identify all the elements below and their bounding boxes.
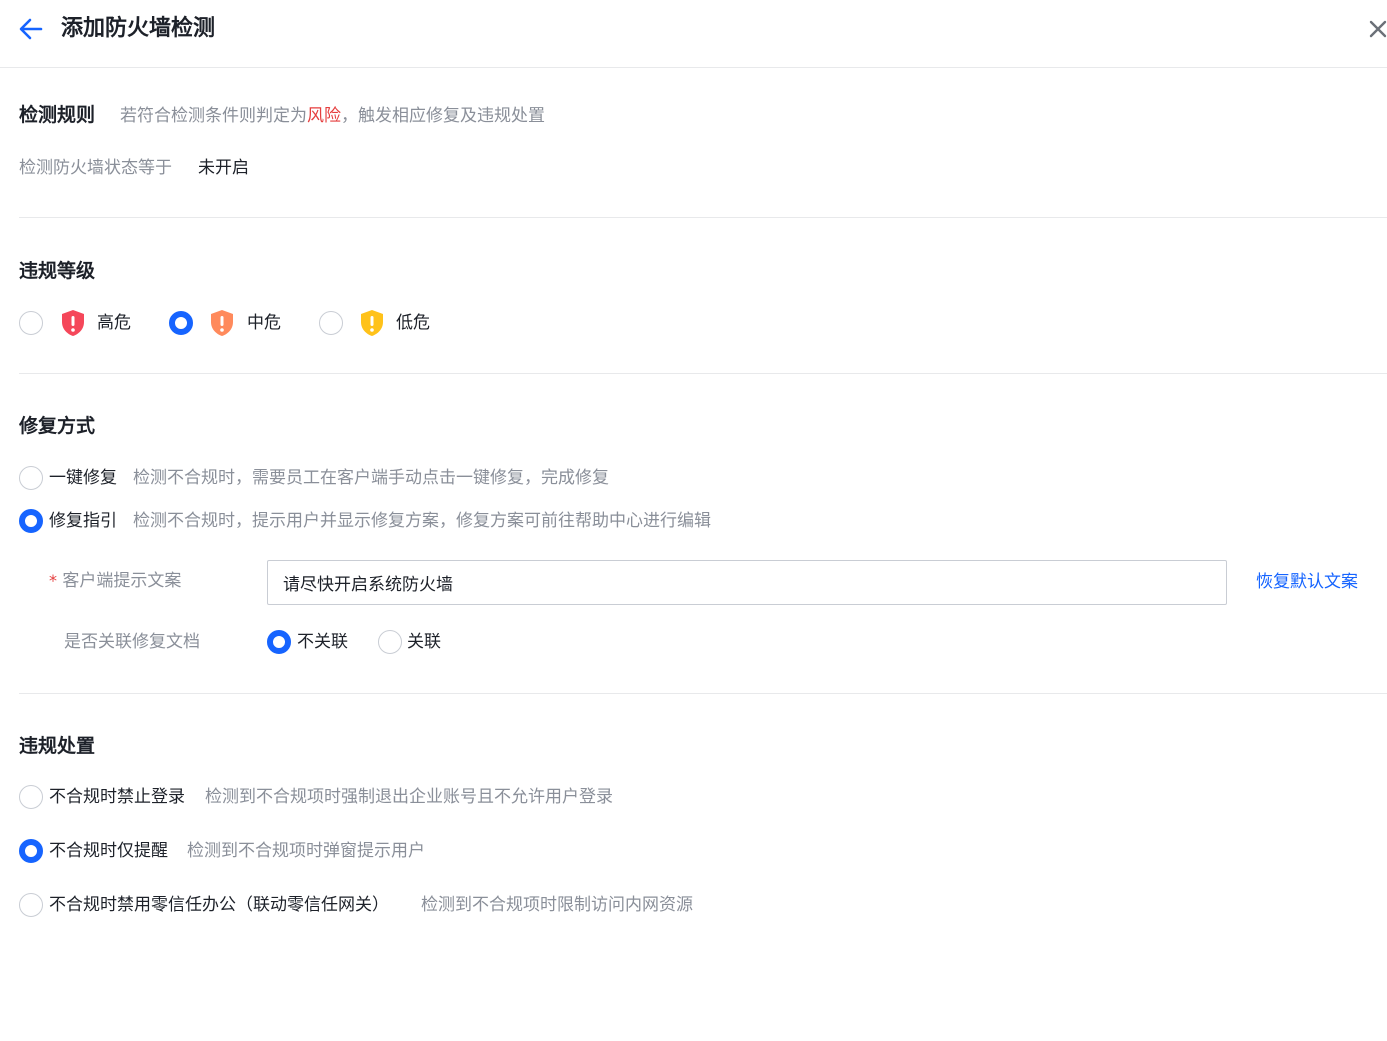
page-header: 添加防火墙检测 <box>0 0 1387 68</box>
divider <box>19 373 1387 374</box>
hint-danger-word: 风险 <box>307 106 341 126</box>
handling-block-login-radio[interactable] <box>19 785 43 809</box>
restore-default-link[interactable]: 恢复默认文案 <box>1256 569 1358 595</box>
violation-level-title: 违规等级 <box>19 260 96 282</box>
level-medium-radio[interactable] <box>169 311 193 335</box>
link-doc-no-label: 不关联 <box>297 632 348 652</box>
client-tip-input[interactable] <box>267 560 1227 605</box>
required-mark: * <box>49 571 57 590</box>
level-high-label: 高危 <box>97 313 131 333</box>
divider <box>19 217 1387 218</box>
handling-remind-label: 不合规时仅提醒 <box>49 841 168 861</box>
link-doc-label: 是否关联修复文档 <box>64 632 200 652</box>
detection-rule-hint: 若符合检测条件则判定为风险，触发相应修复及违规处置 <box>120 103 545 129</box>
close-icon[interactable] <box>1366 17 1387 41</box>
medium-risk-shield-icon <box>211 310 233 336</box>
repair-guide-label: 修复指引 <box>49 511 117 531</box>
handling-remind-radio[interactable] <box>19 839 43 863</box>
client-tip-label-text: 客户端提示文案 <box>62 571 182 591</box>
repair-one-click-desc: 检测不合规时，需要员工在客户端手动点击一键修复，完成修复 <box>133 468 609 488</box>
repair-method-title: 修复方式 <box>19 415 96 437</box>
handling-remind-desc: 检测到不合规项时弹窗提示用户 <box>187 841 425 861</box>
repair-one-click-label: 一键修复 <box>49 468 117 488</box>
level-low-radio[interactable] <box>319 311 343 335</box>
handling-block-login-label: 不合规时禁止登录 <box>49 787 185 807</box>
violation-handling-title: 违规处置 <box>19 735 96 757</box>
hint-suffix: ，触发相应修复及违规处置 <box>341 106 545 126</box>
page-title: 添加防火墙检测 <box>61 16 216 41</box>
link-doc-yes-label: 关联 <box>407 632 441 652</box>
repair-one-click-radio[interactable] <box>19 466 43 490</box>
link-doc-yes-radio[interactable] <box>378 630 402 654</box>
divider <box>19 693 1387 694</box>
link-doc-no-radio[interactable] <box>267 630 291 654</box>
low-risk-shield-icon <box>361 310 383 336</box>
handling-block-login-desc: 检测到不合规项时强制退出企业账号且不允许用户登录 <box>205 787 613 807</box>
repair-guide-radio[interactable] <box>19 509 43 533</box>
handling-disable-zt-radio[interactable] <box>19 893 43 917</box>
condition-label: 检测防火墙状态等于 <box>19 158 172 178</box>
detection-rule-title: 检测规则 <box>19 104 96 126</box>
level-high-radio[interactable] <box>19 311 43 335</box>
level-low-label: 低危 <box>396 313 430 333</box>
handling-disable-zt-label: 不合规时禁用零信任办公（联动零信任网关） <box>49 895 389 915</box>
hint-prefix: 若符合检测条件则判定为 <box>120 106 307 126</box>
repair-guide-desc: 检测不合规时，提示用户并显示修复方案，修复方案可前往帮助中心进行编辑 <box>133 511 711 531</box>
client-tip-label: * 客户端提示文案 <box>49 568 181 594</box>
high-risk-shield-icon <box>62 310 84 336</box>
level-medium-label: 中危 <box>247 313 281 333</box>
back-arrow-icon[interactable] <box>17 15 45 43</box>
handling-disable-zt-desc: 检测到不合规项时限制访问内网资源 <box>421 895 693 915</box>
condition-value: 未开启 <box>198 158 249 178</box>
